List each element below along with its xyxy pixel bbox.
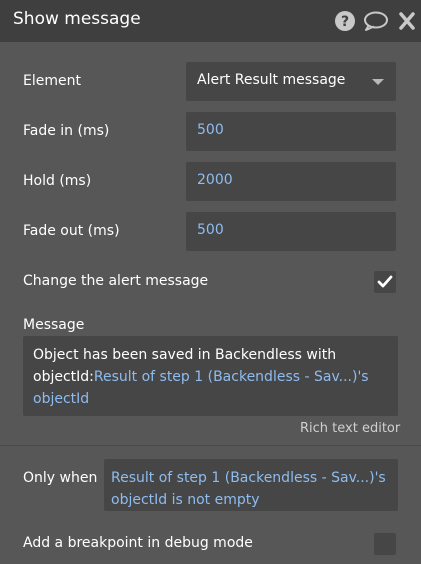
fade-out-label: Fade out (ms)	[23, 223, 120, 239]
fade-in-input[interactable]: 500	[186, 112, 396, 151]
fade-out-value: 500	[197, 222, 224, 238]
element-label: Element	[23, 73, 81, 89]
message-label: Message	[23, 317, 85, 333]
breakpoint-label: Add a breakpoint in debug mode	[23, 535, 253, 551]
fade-in-label: Fade in (ms)	[23, 123, 110, 139]
change-alert-checkbox[interactable]	[374, 271, 396, 293]
help-icon[interactable]: ?	[334, 10, 356, 32]
svg-text:?: ?	[341, 14, 349, 30]
element-dropdown[interactable]: Alert Result message	[186, 62, 396, 101]
breakpoint-checkbox[interactable]	[374, 533, 396, 555]
only-when-label: Only when	[23, 470, 98, 486]
rich-text-editor-link[interactable]: Rich text editor	[300, 421, 400, 436]
fade-in-value: 500	[197, 122, 224, 138]
hold-input[interactable]: 2000	[186, 162, 396, 201]
comment-icon[interactable]	[363, 10, 389, 32]
only-when-expression[interactable]: Result of step 1 (Backendless - Sav...)'…	[111, 470, 386, 508]
checkmark-icon	[377, 275, 393, 288]
hold-value: 2000	[197, 172, 233, 188]
show-message-panel: Show message ? Element Alert Result mess…	[0, 0, 421, 564]
fade-out-input[interactable]: 500	[186, 212, 396, 251]
panel-header: Show message ?	[0, 0, 421, 42]
only-when-condition[interactable]: Result of step 1 (Backendless - Sav...)'…	[104, 459, 398, 511]
panel-title: Show message	[13, 9, 141, 29]
change-alert-label: Change the alert message	[23, 273, 209, 289]
section-divider	[0, 445, 421, 446]
chevron-down-icon	[372, 79, 384, 85]
hold-label: Hold (ms)	[23, 173, 92, 189]
message-editor[interactable]: Object has been saved in Backendless wit…	[23, 336, 398, 416]
element-dropdown-value: Alert Result message	[197, 72, 346, 88]
close-icon[interactable]	[398, 10, 416, 32]
